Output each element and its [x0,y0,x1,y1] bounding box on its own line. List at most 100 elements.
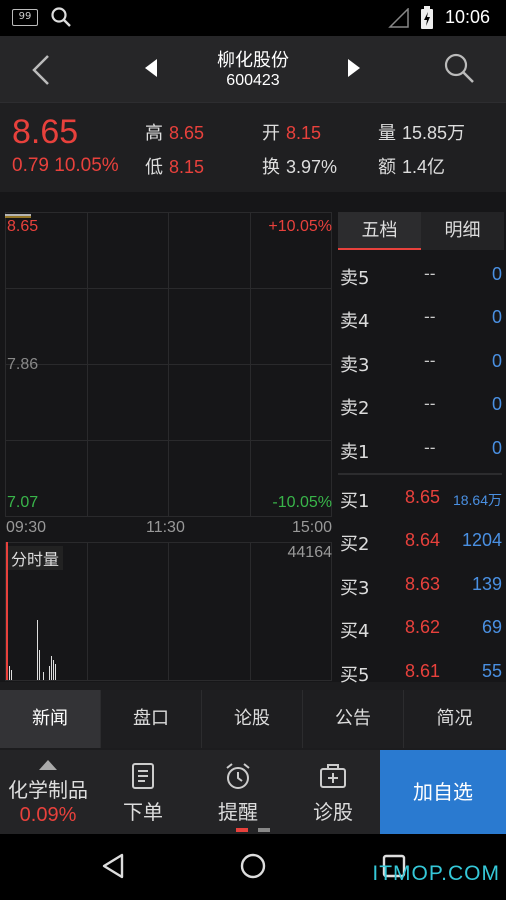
level-volume: 55 [481,660,502,681]
tab-five-levels[interactable]: 五档 [338,212,421,250]
volume-bar [39,650,40,680]
level-price: 8.65 [404,487,440,507]
chart-mid-price: 7.86 [7,356,39,373]
search-icon[interactable] [443,52,475,88]
amount-label: 额 [378,157,396,178]
price-line-svg [5,214,31,218]
order-button[interactable]: 下单 [96,750,190,834]
ask-row: 卖4 -- 0 [338,297,502,339]
chart-top-pct: +10.05% [268,218,332,235]
volume-bar [37,620,38,680]
level-volume: 1204 [461,530,502,551]
page-dot [258,828,270,832]
volume-label: 量 [378,123,396,144]
level-price: 8.63 [404,573,440,594]
open-label: 开 [262,123,280,144]
alarm-clock-icon [223,762,253,796]
level-label: 卖3 [340,354,370,376]
page-dot-active [236,828,248,832]
bid-row: 买2 8.64 1204 [338,520,502,562]
next-stock-icon[interactable] [346,58,362,82]
battery-icon [420,6,434,34]
medical-kit-icon [318,762,348,794]
high-label: 高 [145,123,163,144]
document-icon [130,762,156,794]
level-label: 卖1 [340,441,370,463]
level-price: 8.64 [404,530,440,551]
volume-bar [55,664,56,680]
order-book: 五档 明细 卖5 -- 0 卖4 -- 0 卖3 -- 0 卖2 -- 0 卖1 -- 0 买1 8.65 18.… [336,192,506,686]
volume-item: 量 15.85万 [378,119,465,145]
level-label: 买4 [340,621,370,643]
order-label: 下单 [123,800,163,824]
sector-button[interactable]: 化学制品 0.09% [0,750,96,834]
tab-discussion[interactable]: 论股 [202,690,303,748]
remind-label: 提醒 [218,800,258,824]
ask-row: 卖1 -- 0 [338,428,502,470]
level-volume: 0 [491,264,502,284]
volume-value: 15.85万 [402,123,466,143]
tab-details[interactable]: 明细 [421,212,504,250]
stock-code: 600423 [226,72,280,89]
volume-bar [9,666,10,680]
level-label: 卖2 [340,398,370,420]
level-label: 买3 [340,577,370,599]
time-end: 15:00 [291,519,332,536]
level-price: -- [424,350,436,370]
tab-announcements[interactable]: 公告 [303,690,404,748]
sector-change: 0.09% [19,804,77,826]
current-price: 8.65 [12,113,79,151]
low-label: 低 [145,157,163,178]
book-divider [338,472,502,475]
level-volume: 0 [491,394,502,415]
level-price: 8.62 [404,617,440,638]
remind-button[interactable]: 提醒 [190,750,286,834]
chevron-up-icon [38,756,58,775]
price-change: 0.79 10.05% [12,155,119,176]
level-label: 买1 [340,491,370,512]
ask-row: 卖5 -- 0 [338,254,502,296]
signal-icon [388,7,410,32]
add-to-watchlist-button[interactable]: 加自选 [380,750,506,834]
turnover-value: 3.97% [286,157,338,177]
tab-order-flow[interactable]: 盘口 [101,690,202,748]
low-value: 8.15 [169,157,205,177]
amount-value: 1.4亿 [402,157,446,177]
navigation-bar: ITMOP.COM [0,834,506,900]
bid-row: 买1 8.65 18.64万 [338,477,502,519]
time-mid: 11:30 [146,519,185,536]
level-volume: 69 [481,617,502,638]
ask-row: 卖2 -- 0 [338,384,502,426]
level-label: 卖5 [340,268,370,289]
high-item: 高 8.65 [145,119,204,145]
volume-bar [11,670,12,680]
volume-bar [49,666,50,680]
amount-item: 额 1.4亿 [378,153,445,179]
tab-profile[interactable]: 简况 [404,690,505,748]
time-start: 09:30 [6,519,47,536]
ask-row: 卖3 -- 0 [338,341,502,383]
quote-panel: 8.65 0.79 10.05% 高 8.65 低 8.15 开 8.15 换 3.97… [0,102,506,192]
turnover-item: 换 3.97% [262,153,337,179]
level-volume: 0 [491,307,502,328]
home-nav-icon[interactable] [240,853,266,883]
chart-bottom-price: 7.07 [7,494,39,511]
level-price: -- [424,437,436,457]
intraday-chart[interactable]: 8.65 7.86 7.07 +10.05% -10.05% 09:30 11:… [0,192,336,682]
bid-row: 买4 8.62 69 [338,607,502,649]
back-nav-icon[interactable] [100,852,126,884]
action-bar: 化学制品 0.09% 下单 提醒 诊股 加自选 [0,750,506,834]
volume-bar [53,660,54,680]
level-label: 卖4 [340,311,370,333]
volume-bar [51,656,52,680]
notification-badge: 99 [12,9,38,26]
order-book-tabs: 五档 明细 [338,212,504,250]
open-value: 8.15 [286,123,322,143]
tab-news[interactable]: 新闻 [0,690,101,748]
diagnose-button[interactable]: 诊股 [286,750,380,834]
level-price: -- [424,264,436,283]
diagnose-label: 诊股 [313,800,353,824]
search-status-icon [50,6,72,32]
high-value: 8.65 [169,123,205,143]
chart-top-price: 8.65 [7,218,39,235]
